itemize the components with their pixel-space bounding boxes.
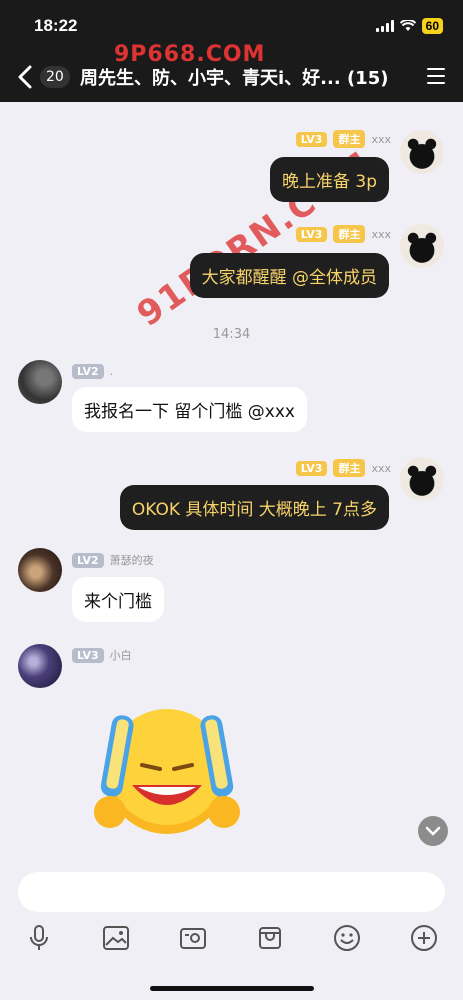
level-badge: LV3 <box>72 647 104 663</box>
status-time: 18:22 <box>34 16 78 35</box>
top-bar: 18:22 60 9P668.COM 20 周先生、防、小宇、青天i、好... … <box>0 0 463 102</box>
avatar[interactable] <box>18 548 62 592</box>
image-icon[interactable] <box>101 923 131 953</box>
level-badge: LV3 <box>295 131 328 147</box>
sender-tag: LV2 萧瑟的夜 <box>72 552 154 568</box>
laughing-emoji-icon[interactable] <box>92 707 242 837</box>
input-toolbar <box>0 918 463 958</box>
avatar[interactable] <box>400 457 444 501</box>
chat-title[interactable]: 周先生、防、小宇、青天i、好... (15) <box>80 64 388 90</box>
camera-icon[interactable] <box>178 923 208 953</box>
scroll-down-button[interactable] <box>418 816 448 846</box>
level-badge: LV3 <box>295 460 328 476</box>
message-bubble[interactable]: 晚上准备 3p <box>269 157 389 202</box>
sender-name: xxx <box>371 132 391 146</box>
menu-icon[interactable] <box>427 68 445 84</box>
battery-icon: 60 <box>421 18 443 34</box>
back-icon[interactable] <box>14 64 36 90</box>
avatar[interactable] <box>18 644 62 688</box>
message-bubble[interactable]: 大家都醒醒 @全体成员 <box>189 253 389 298</box>
level-badge: LV2 <box>72 364 104 379</box>
sender-name: xxx <box>371 461 391 475</box>
chevron-down-icon <box>425 826 441 836</box>
avatar[interactable] <box>400 224 444 268</box>
message-bubble[interactable]: 来个门槛 <box>72 577 164 622</box>
role-badge: 群主 <box>333 225 366 243</box>
wifi-icon <box>399 20 416 31</box>
message-bubble[interactable]: OKOK 具体时间 大概晚上 7点多 <box>119 485 389 530</box>
sender-tag: LV3 群主 xxx <box>295 225 391 243</box>
unread-count[interactable]: 20 <box>40 66 70 88</box>
sender-name: . <box>109 365 114 378</box>
avatar[interactable] <box>18 360 62 404</box>
status-icons: 60 <box>375 18 443 34</box>
message-bubble[interactable]: 我报名一下 留个门槛 @xxx <box>72 387 307 432</box>
role-badge: 群主 <box>333 130 366 148</box>
sender-name: xxx <box>371 227 391 241</box>
avatar[interactable] <box>400 130 444 174</box>
bag-icon[interactable] <box>255 923 285 953</box>
signal-icon <box>375 20 394 32</box>
sender-tag: LV3 群主 xxx <box>295 459 391 477</box>
microphone-icon[interactable] <box>24 923 54 953</box>
level-badge: LV2 <box>72 552 104 568</box>
level-badge: LV3 <box>295 226 328 242</box>
sender-tag: LV3 群主 xxx <box>295 130 391 148</box>
sender-tag: LV2 . <box>72 364 113 379</box>
smile-icon[interactable] <box>332 923 362 953</box>
message-input[interactable] <box>18 872 445 912</box>
role-badge: 群主 <box>333 459 366 477</box>
time-separator: 14:34 <box>212 327 251 342</box>
sender-name: 萧瑟的夜 <box>109 554 154 567</box>
sender-tag: LV3 小白 <box>72 647 132 663</box>
sender-name: 小白 <box>109 649 132 662</box>
chat-area[interactable]: 91PORN.COM LV3 群主 xxx 晚上准备 3p LV3 群主 xxx… <box>0 102 463 862</box>
home-indicator <box>150 986 314 991</box>
plus-icon[interactable] <box>409 923 439 953</box>
